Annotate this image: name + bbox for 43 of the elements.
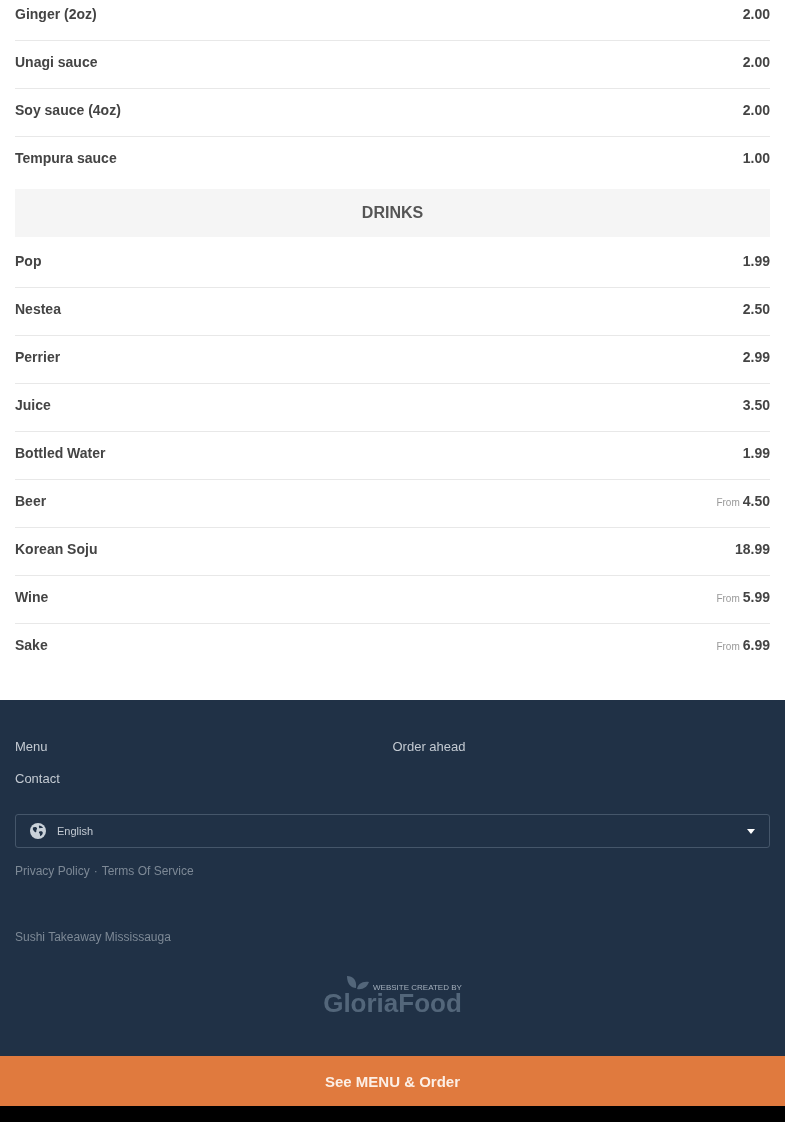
legal-link[interactable]: Privacy Policy — [15, 862, 90, 880]
item-price: 1.99 — [742, 253, 770, 269]
item-name: Beer — [15, 493, 47, 509]
item-name: Bottled Water — [15, 445, 106, 461]
price-prefix: From — [716, 593, 740, 604]
item-price: 4.50 — [742, 493, 770, 509]
footer-link[interactable]: Contact — [15, 770, 60, 788]
globe-icon — [30, 823, 46, 839]
section-heading: DRINKS — [15, 189, 770, 237]
item-name: Sake — [15, 637, 48, 653]
item-name: Ginger (2oz) — [15, 6, 97, 22]
legal-link[interactable]: Terms Of Service — [101, 862, 194, 880]
language-select[interactable]: English — [15, 814, 770, 848]
item-name: Korean Soju — [15, 541, 98, 557]
item-price: 2.00 — [742, 102, 770, 118]
item-price: 3.50 — [742, 397, 770, 413]
item-price: 5.99 — [742, 589, 770, 605]
leaf-icon — [346, 975, 371, 992]
item-name: Nestea — [15, 301, 61, 317]
item-price: 2.00 — [742, 6, 770, 22]
language-value: English — [57, 825, 94, 837]
item-price: 2.99 — [742, 349, 770, 365]
item-price: 6.99 — [742, 637, 770, 653]
price-prefix: From — [716, 497, 740, 508]
item-name: Unagi sauce — [15, 54, 98, 70]
item-price: 2.00 — [742, 54, 770, 70]
link-separator: · — [93, 863, 98, 880]
item-name: Soy sauce (4oz) — [15, 102, 121, 118]
price-prefix: From — [716, 641, 740, 652]
item-name: Tempura sauce — [15, 150, 117, 166]
item-price: 2.50 — [742, 301, 770, 317]
footer-link[interactable]: Menu — [15, 738, 48, 756]
caret-icon — [747, 828, 755, 834]
item-name: Perrier — [15, 349, 61, 365]
item-name: Pop — [15, 253, 42, 269]
item-name: Juice — [15, 397, 51, 413]
item-price: 18.99 — [734, 541, 770, 557]
credit-caption: WEBSITE CREATED BY — [373, 983, 462, 992]
footer-link[interactable]: Order ahead — [392, 738, 466, 756]
item-price: 1.99 — [742, 445, 770, 461]
item-price: 1.00 — [742, 150, 770, 166]
restaurant-name: Sushi Takeaway Mississauga — [15, 929, 171, 946]
item-name: Wine — [15, 589, 49, 605]
